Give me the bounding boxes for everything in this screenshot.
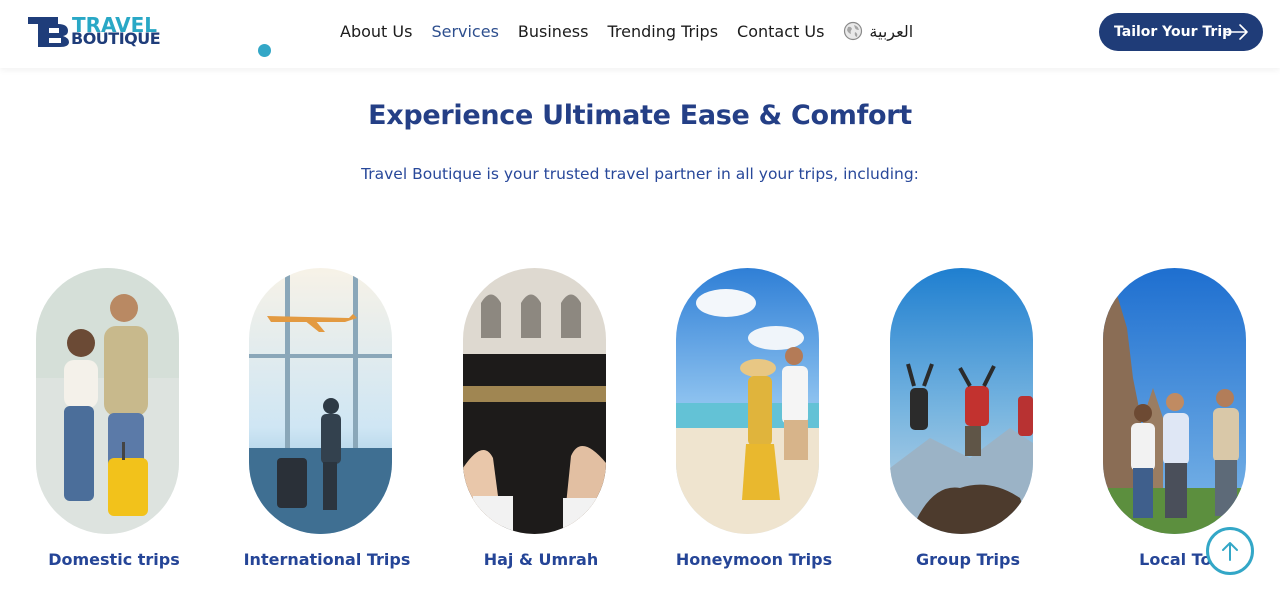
nav-item-business[interactable]: Business [518, 22, 589, 41]
arrow-up-icon [1222, 542, 1238, 561]
tailor-your-trip-button[interactable]: Tailor Your Trip [1099, 13, 1263, 51]
language-switcher[interactable]: العربية [843, 21, 913, 41]
section-subtitle: Travel Boutique is your trusted travel p… [361, 165, 919, 183]
globe-icon [844, 21, 863, 41]
main-nav: About Us Services Business Trending Trip… [340, 19, 913, 43]
trip-card-international[interactable]: International Trips [220, 268, 420, 578]
trip-label: Domestic trips [48, 550, 180, 569]
brand-logo[interactable]: TRAVEL BOUTIQUE [28, 14, 161, 50]
trip-card-group[interactable]: Group Trips [861, 268, 1061, 578]
nav-item-trending-trips[interactable]: Trending Trips [607, 22, 718, 41]
nav-item-services[interactable]: Services [431, 22, 498, 41]
tailor-your-trip-label: Tailor Your Trip [1114, 24, 1233, 40]
decorative-dot [258, 44, 271, 57]
arrow-right-icon [1225, 24, 1248, 40]
trip-image-domestic [36, 268, 179, 534]
trip-label: Group Trips [916, 550, 1020, 569]
section-title: Experience Ultimate Ease & Comfort [368, 100, 912, 131]
logo-mark-icon [28, 17, 69, 47]
trip-card-honeymoon[interactable]: Honeymoon Trips [647, 268, 847, 578]
trip-label: Honeymoon Trips [675, 550, 833, 569]
trip-label: Haj & Umrah [483, 550, 599, 569]
scroll-to-top-button[interactable] [1206, 527, 1254, 575]
brand-name-line2: BOUTIQUE [71, 29, 161, 48]
trip-image-haj-umrah [463, 268, 606, 534]
trip-card-domestic[interactable]: Domestic trips [7, 268, 207, 578]
trip-image-local [1103, 268, 1246, 534]
trip-label: International Trips [243, 550, 411, 569]
language-label: العربية [869, 21, 914, 41]
nav-item-contact-us[interactable]: Contact Us [737, 22, 824, 41]
trip-image-international [249, 268, 392, 534]
nav-item-about-us[interactable]: About Us [340, 22, 412, 41]
trip-card-haj-umrah[interactable]: Haj & Umrah [434, 268, 634, 578]
trip-image-honeymoon [676, 268, 819, 534]
site-header: TRAVEL BOUTIQUE About Us Services Busine… [0, 0, 1280, 68]
trip-image-group [890, 268, 1033, 534]
